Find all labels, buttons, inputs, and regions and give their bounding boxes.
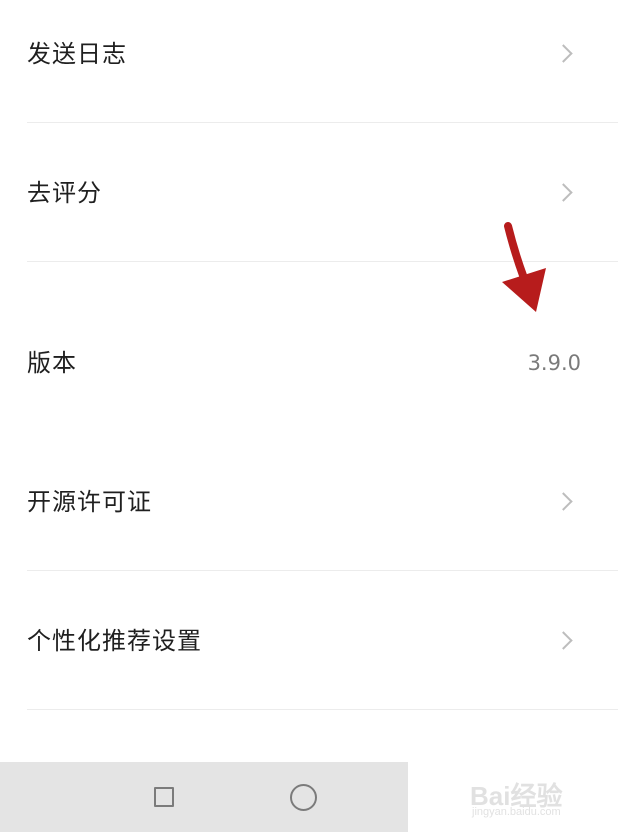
- settings-item-label: 去评分: [27, 179, 102, 207]
- settings-item-label: 发送日志: [27, 40, 127, 68]
- version-value: 3.9.0: [527, 351, 581, 375]
- red-down-arrow-icon: [502, 222, 546, 312]
- settings-page: 发送日志 去评分 版本 3.9.0 开源许可证 个性化推荐设置 Bai经验 ji…: [0, 0, 618, 832]
- square-icon[interactable]: [154, 787, 174, 807]
- settings-item-label: 个性化推荐设置: [27, 627, 202, 655]
- settings-item-personalized-recommendation[interactable]: 个性化推荐设置: [0, 571, 618, 709]
- settings-item-send-log[interactable]: 发送日志: [0, 0, 618, 122]
- settings-item-label: 版本: [27, 349, 77, 377]
- watermark-url: jingyan.baidu.com: [472, 806, 561, 818]
- chevron-right-icon: [554, 44, 573, 63]
- chevron-right-icon: [554, 183, 573, 202]
- circle-icon[interactable]: [290, 784, 317, 811]
- navigation-bar: [0, 762, 408, 832]
- settings-item-label: 开源许可证: [27, 488, 152, 516]
- watermark: Bai经验 jingyan.baidu.com: [470, 768, 600, 826]
- divider: [27, 709, 618, 710]
- settings-item-open-source-license[interactable]: 开源许可证: [0, 430, 618, 570]
- chevron-right-icon: [554, 492, 573, 511]
- chevron-right-icon: [554, 631, 573, 650]
